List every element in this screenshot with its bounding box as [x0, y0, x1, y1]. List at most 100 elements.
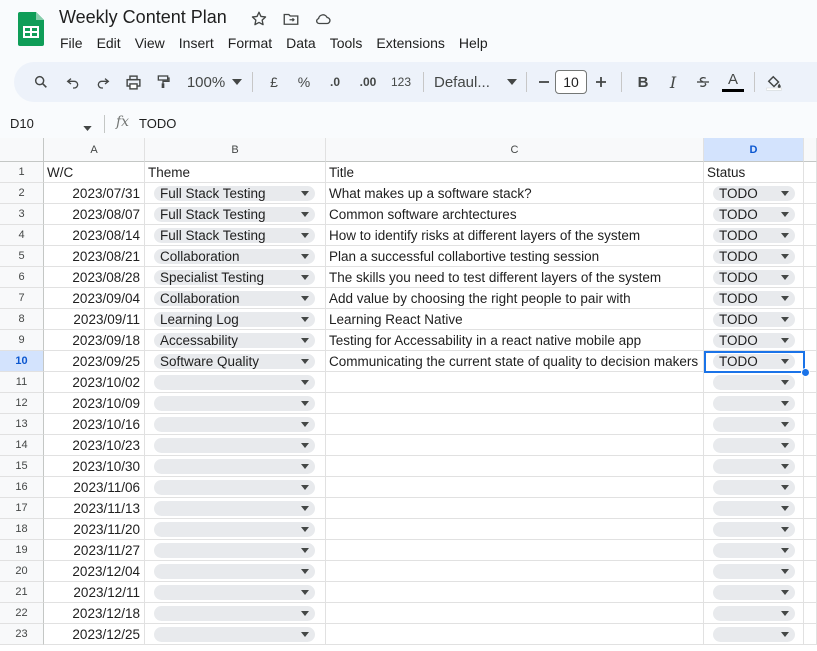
theme-cell[interactable]: Full Stack Testing: [145, 204, 326, 225]
cloud-status-icon[interactable]: [312, 9, 334, 29]
chevron-down-icon[interactable]: [301, 590, 309, 595]
status-cell[interactable]: TODO: [704, 246, 804, 267]
sheets-logo-icon[interactable]: [18, 12, 44, 46]
name-box[interactable]: D10: [10, 116, 34, 131]
empty-cell[interactable]: [804, 561, 817, 582]
status-dropdown-chip[interactable]: TODO: [713, 228, 795, 243]
status-cell[interactable]: TODO: [704, 309, 804, 330]
title-cell[interactable]: Communicating the current state of quali…: [326, 351, 704, 372]
font-dropdown-icon[interactable]: [504, 68, 520, 96]
chevron-down-icon[interactable]: [301, 296, 309, 301]
chevron-down-icon[interactable]: [301, 548, 309, 553]
theme-cell[interactable]: [145, 456, 326, 477]
chevron-down-icon[interactable]: [301, 212, 309, 217]
row-number[interactable]: 8: [0, 309, 44, 330]
status-dropdown-chip[interactable]: TODO: [713, 207, 795, 222]
theme-dropdown-chip[interactable]: [154, 480, 315, 495]
bold-button[interactable]: B: [628, 68, 658, 96]
week-commencing-cell[interactable]: 2023/12/18: [44, 603, 145, 624]
theme-cell[interactable]: Full Stack Testing: [145, 225, 326, 246]
status-dropdown-chip[interactable]: [713, 627, 795, 642]
title-cell[interactable]: Add value by choosing the right people t…: [326, 288, 704, 309]
title-cell[interactable]: Plan a successful collabortive testing s…: [326, 246, 704, 267]
row-number[interactable]: 22: [0, 603, 44, 624]
chevron-down-icon[interactable]: [781, 191, 789, 196]
theme-dropdown-chip[interactable]: [154, 585, 315, 600]
document-title[interactable]: Weekly Content Plan: [59, 7, 227, 28]
name-box-dropdown-icon[interactable]: [83, 119, 92, 134]
empty-cell[interactable]: [804, 624, 817, 645]
status-cell[interactable]: TODO: [704, 267, 804, 288]
chevron-down-icon[interactable]: [301, 401, 309, 406]
row-number[interactable]: 19: [0, 540, 44, 561]
chevron-down-icon[interactable]: [301, 485, 309, 490]
theme-cell[interactable]: [145, 498, 326, 519]
status-dropdown-chip[interactable]: [713, 375, 795, 390]
column-header-e[interactable]: [804, 138, 817, 162]
theme-cell[interactable]: [145, 372, 326, 393]
theme-dropdown-chip[interactable]: Accessability: [154, 333, 315, 348]
empty-cell[interactable]: [804, 435, 817, 456]
title-cell[interactable]: [326, 561, 704, 582]
decrease-font-size-icon[interactable]: [533, 68, 555, 96]
column-header-a[interactable]: A: [44, 138, 145, 162]
week-commencing-cell[interactable]: 2023/08/14: [44, 225, 145, 246]
theme-cell[interactable]: [145, 561, 326, 582]
theme-cell[interactable]: [145, 519, 326, 540]
column-header-d[interactable]: D: [704, 138, 804, 162]
title-cell[interactable]: Testing for Accessability in a react nat…: [326, 330, 704, 351]
chevron-down-icon[interactable]: [781, 485, 789, 490]
status-dropdown-chip[interactable]: TODO: [713, 291, 795, 306]
title-cell[interactable]: What makes up a software stack?: [326, 183, 704, 204]
theme-dropdown-chip[interactable]: [154, 606, 315, 621]
chevron-down-icon[interactable]: [301, 191, 309, 196]
chevron-down-icon[interactable]: [301, 611, 309, 616]
empty-cell[interactable]: [804, 603, 817, 624]
theme-dropdown-chip[interactable]: [154, 459, 315, 474]
chevron-down-icon[interactable]: [781, 548, 789, 553]
row-number[interactable]: 12: [0, 393, 44, 414]
chevron-down-icon[interactable]: [301, 254, 309, 259]
empty-cell[interactable]: [804, 477, 817, 498]
status-dropdown-chip[interactable]: [713, 501, 795, 516]
empty-cell[interactable]: [804, 582, 817, 603]
chevron-down-icon[interactable]: [781, 464, 789, 469]
title-cell[interactable]: How to identify risks at different layer…: [326, 225, 704, 246]
week-commencing-cell[interactable]: 2023/11/20: [44, 519, 145, 540]
menu-insert[interactable]: Insert: [179, 35, 214, 51]
empty-cell[interactable]: [804, 330, 817, 351]
menu-edit[interactable]: Edit: [97, 35, 121, 51]
status-cell[interactable]: [704, 498, 804, 519]
status-cell[interactable]: [704, 372, 804, 393]
theme-cell[interactable]: [145, 435, 326, 456]
status-cell[interactable]: TODO: [704, 330, 804, 351]
search-menus-icon[interactable]: [28, 68, 54, 96]
chevron-down-icon[interactable]: [301, 233, 309, 238]
theme-cell[interactable]: [145, 414, 326, 435]
theme-dropdown-chip[interactable]: [154, 438, 315, 453]
theme-cell[interactable]: Collaboration: [145, 288, 326, 309]
chevron-down-icon[interactable]: [781, 359, 789, 364]
status-dropdown-chip[interactable]: [713, 417, 795, 432]
theme-dropdown-chip[interactable]: Collaboration: [154, 291, 315, 306]
text-color-button[interactable]: A: [718, 68, 748, 96]
theme-dropdown-chip[interactable]: [154, 417, 315, 432]
status-dropdown-chip[interactable]: [713, 480, 795, 495]
status-cell[interactable]: TODO: [704, 183, 804, 204]
chevron-down-icon[interactable]: [301, 527, 309, 532]
theme-cell[interactable]: Learning Log: [145, 309, 326, 330]
week-commencing-cell[interactable]: 2023/11/13: [44, 498, 145, 519]
status-cell[interactable]: [704, 519, 804, 540]
theme-cell[interactable]: Collaboration: [145, 246, 326, 267]
theme-dropdown-chip[interactable]: Full Stack Testing: [154, 207, 315, 222]
cell-e1[interactable]: [804, 162, 817, 183]
empty-cell[interactable]: [804, 519, 817, 540]
theme-cell[interactable]: Full Stack Testing: [145, 183, 326, 204]
week-commencing-cell[interactable]: 2023/12/11: [44, 582, 145, 603]
star-icon[interactable]: [248, 9, 270, 29]
empty-cell[interactable]: [804, 498, 817, 519]
empty-cell[interactable]: [804, 183, 817, 204]
week-commencing-cell[interactable]: 2023/07/31: [44, 183, 145, 204]
status-cell[interactable]: [704, 624, 804, 645]
column-header-b[interactable]: B: [145, 138, 326, 162]
